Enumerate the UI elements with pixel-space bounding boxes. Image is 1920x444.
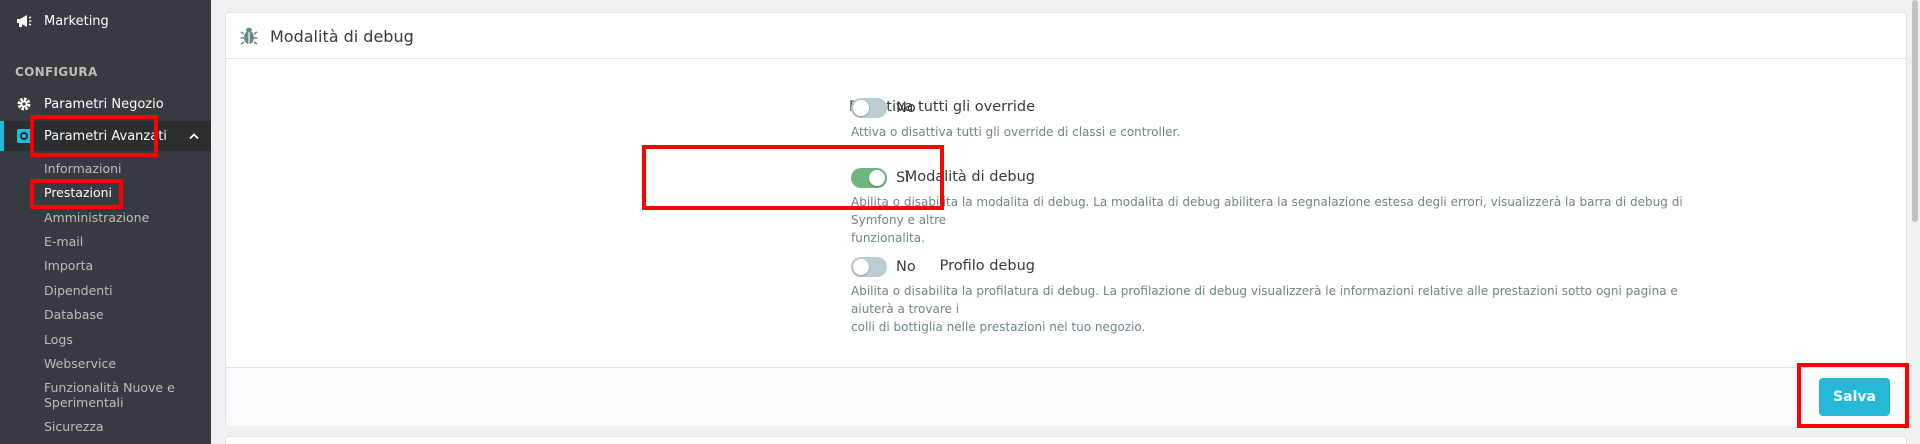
sidebar-item-advanced-parameters[interactable]: Parametri Avanzati [0,121,211,151]
sidebar-subitem-dipendenti[interactable]: Dipendenti [44,283,113,298]
sidebar-subitem-sicurezza[interactable]: Sicurezza [44,419,104,434]
cogs-icon [15,127,33,145]
debug-mode-help-line2: funzionalita. [851,231,925,245]
debug-mode-panel: Modalità di debug Disattiva tutti gli ov… [225,12,1907,426]
switch-knob [853,259,869,275]
debug-profiling-switch[interactable] [851,257,887,277]
chevron-up-icon[interactable] [189,129,199,144]
debug-profiling-help-line1: Abilita o disabilita la profilatura di d… [851,284,1678,316]
next-panel [225,436,1907,444]
debug-mode-help: Abilita o disabilita la modalita di debu… [851,193,1721,247]
active-indicator [0,121,4,151]
sidebar-item-label: Parametri Negozio [44,96,164,112]
sidebar-subitem-email[interactable]: E-mail [44,234,83,249]
gear-icon [15,95,33,113]
switch-knob [853,100,869,116]
debug-mode-help-line1: Abilita o disabilita la modalita di debu… [851,195,1683,227]
sidebar-section-title: CONFIGURA [15,65,98,79]
debug-profiling-help: Abilita o disabilita la profilatura di d… [851,282,1721,336]
sidebar-subitem-importa[interactable]: Importa [44,258,93,273]
disable-overrides-state: No [896,100,916,116]
debug-mode-switch[interactable] [851,168,887,188]
sidebar-item-label: Parametri Avanzati [44,128,167,144]
debug-mode-state: Sì [896,170,910,186]
sidebar-item-label: Marketing [44,13,109,29]
disable-overrides-switch[interactable] [851,98,887,118]
top-strip [211,0,1920,10]
bug-icon [238,25,260,47]
app-window: Marketing CONFIGURA Parametri Negozio Pa… [0,0,1920,444]
scrollbar[interactable] [1910,0,1920,444]
sidebar-subitem-label-line2: Sperimentali [44,395,124,410]
save-button[interactable]: Salva [1819,378,1890,416]
panel-title: Modalità di debug [270,27,414,46]
sidebar-subitem-logs[interactable]: Logs [44,332,73,347]
sidebar-item-shop-parameters[interactable]: Parametri Negozio [0,93,211,115]
sidebar-subitem-new-features[interactable]: Funzionalità Nuove e Sperimentali [44,380,175,410]
sidebar: Marketing CONFIGURA Parametri Negozio Pa… [0,0,211,444]
sidebar-subitem-informazioni[interactable]: Informazioni [44,161,122,176]
switch-knob [869,170,885,186]
scrollbar-thumb[interactable] [1912,0,1918,222]
debug-profiling-state: No [896,259,916,275]
megaphone-icon [15,12,33,30]
sidebar-subitem-prestazioni[interactable]: Prestazioni [44,185,112,200]
panel-header: Modalità di debug [226,13,1906,59]
sidebar-item-marketing[interactable]: Marketing [0,10,211,32]
disable-overrides-help: Attiva o disattiva tutti gli override di… [851,125,1181,139]
sidebar-subitem-webservice[interactable]: Webservice [44,356,116,371]
sidebar-subitem-label-line1: Funzionalità Nuove e [44,380,175,395]
sidebar-subitem-amministrazione[interactable]: Amministrazione [44,210,149,225]
panel-footer [226,367,1906,426]
sidebar-subitem-database[interactable]: Database [44,307,104,322]
debug-profiling-help-line2: colli di bottiglia nelle prestazioni nel… [851,320,1146,334]
